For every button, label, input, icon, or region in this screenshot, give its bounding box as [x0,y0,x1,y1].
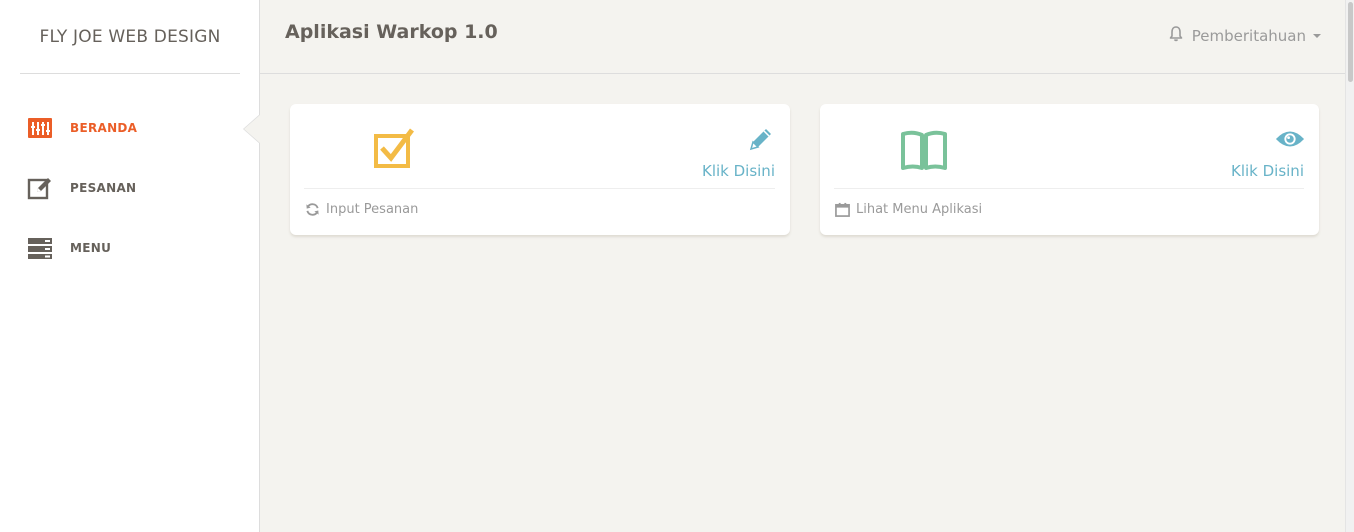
edit-icon [26,174,54,202]
sidebar-nav: BERANDA PESANAN MENU [0,98,260,278]
sidebar-item-menu[interactable]: MENU [0,218,259,278]
eye-icon[interactable] [1275,124,1305,154]
chevron-down-icon [1313,34,1321,38]
view-menu-card: Klik Disini Lihat Menu Aplikasi [820,104,1319,235]
page-title[interactable]: Aplikasi Warkop 1.0 [285,21,498,43]
scrollbar-thumb[interactable] [1348,2,1353,82]
notifications-dropdown[interactable]: Pemberitahuan [1168,26,1321,46]
divider [304,188,775,189]
click-here-link[interactable]: Klik Disini [702,162,775,180]
bell-icon [1168,26,1184,46]
pencil-icon[interactable] [746,124,776,154]
sidebar: FLY JOE WEB DESIGN BERANDA PESANAN MENU [0,0,260,532]
footer-label: Input Pesanan [326,201,419,217]
sidebar-item-label: PESANAN [70,181,137,195]
brand-name[interactable]: FLY JOE WEB DESIGN [39,27,220,47]
click-here-link[interactable]: Klik Disini [1231,162,1304,180]
input-order-card: Klik Disini Input Pesanan [290,104,790,235]
checkbox-icon [370,126,418,174]
sidebar-item-label: MENU [70,241,112,255]
calendar-icon [834,201,850,217]
notifications-label: Pemberitahuan [1191,27,1306,45]
server-list-icon [26,234,54,262]
sidebar-item-label: BERANDA [70,121,138,135]
refresh-icon [304,201,320,217]
sidebar-item-pesanan[interactable]: PESANAN [0,158,259,218]
brand[interactable]: FLY JOE WEB DESIGN [20,0,240,74]
top-navbar: Aplikasi Warkop 1.0 Pemberitahuan [260,0,1345,74]
sidebar-item-beranda[interactable]: BERANDA [0,98,260,158]
card-footer: Lihat Menu Aplikasi [834,201,982,217]
card-footer: Input Pesanan [304,201,418,217]
vertical-scrollbar[interactable] [1345,0,1354,532]
divider [834,188,1304,189]
dashboard-icon [26,114,54,142]
open-book-icon [900,126,948,174]
footer-label: Lihat Menu Aplikasi [856,201,983,217]
